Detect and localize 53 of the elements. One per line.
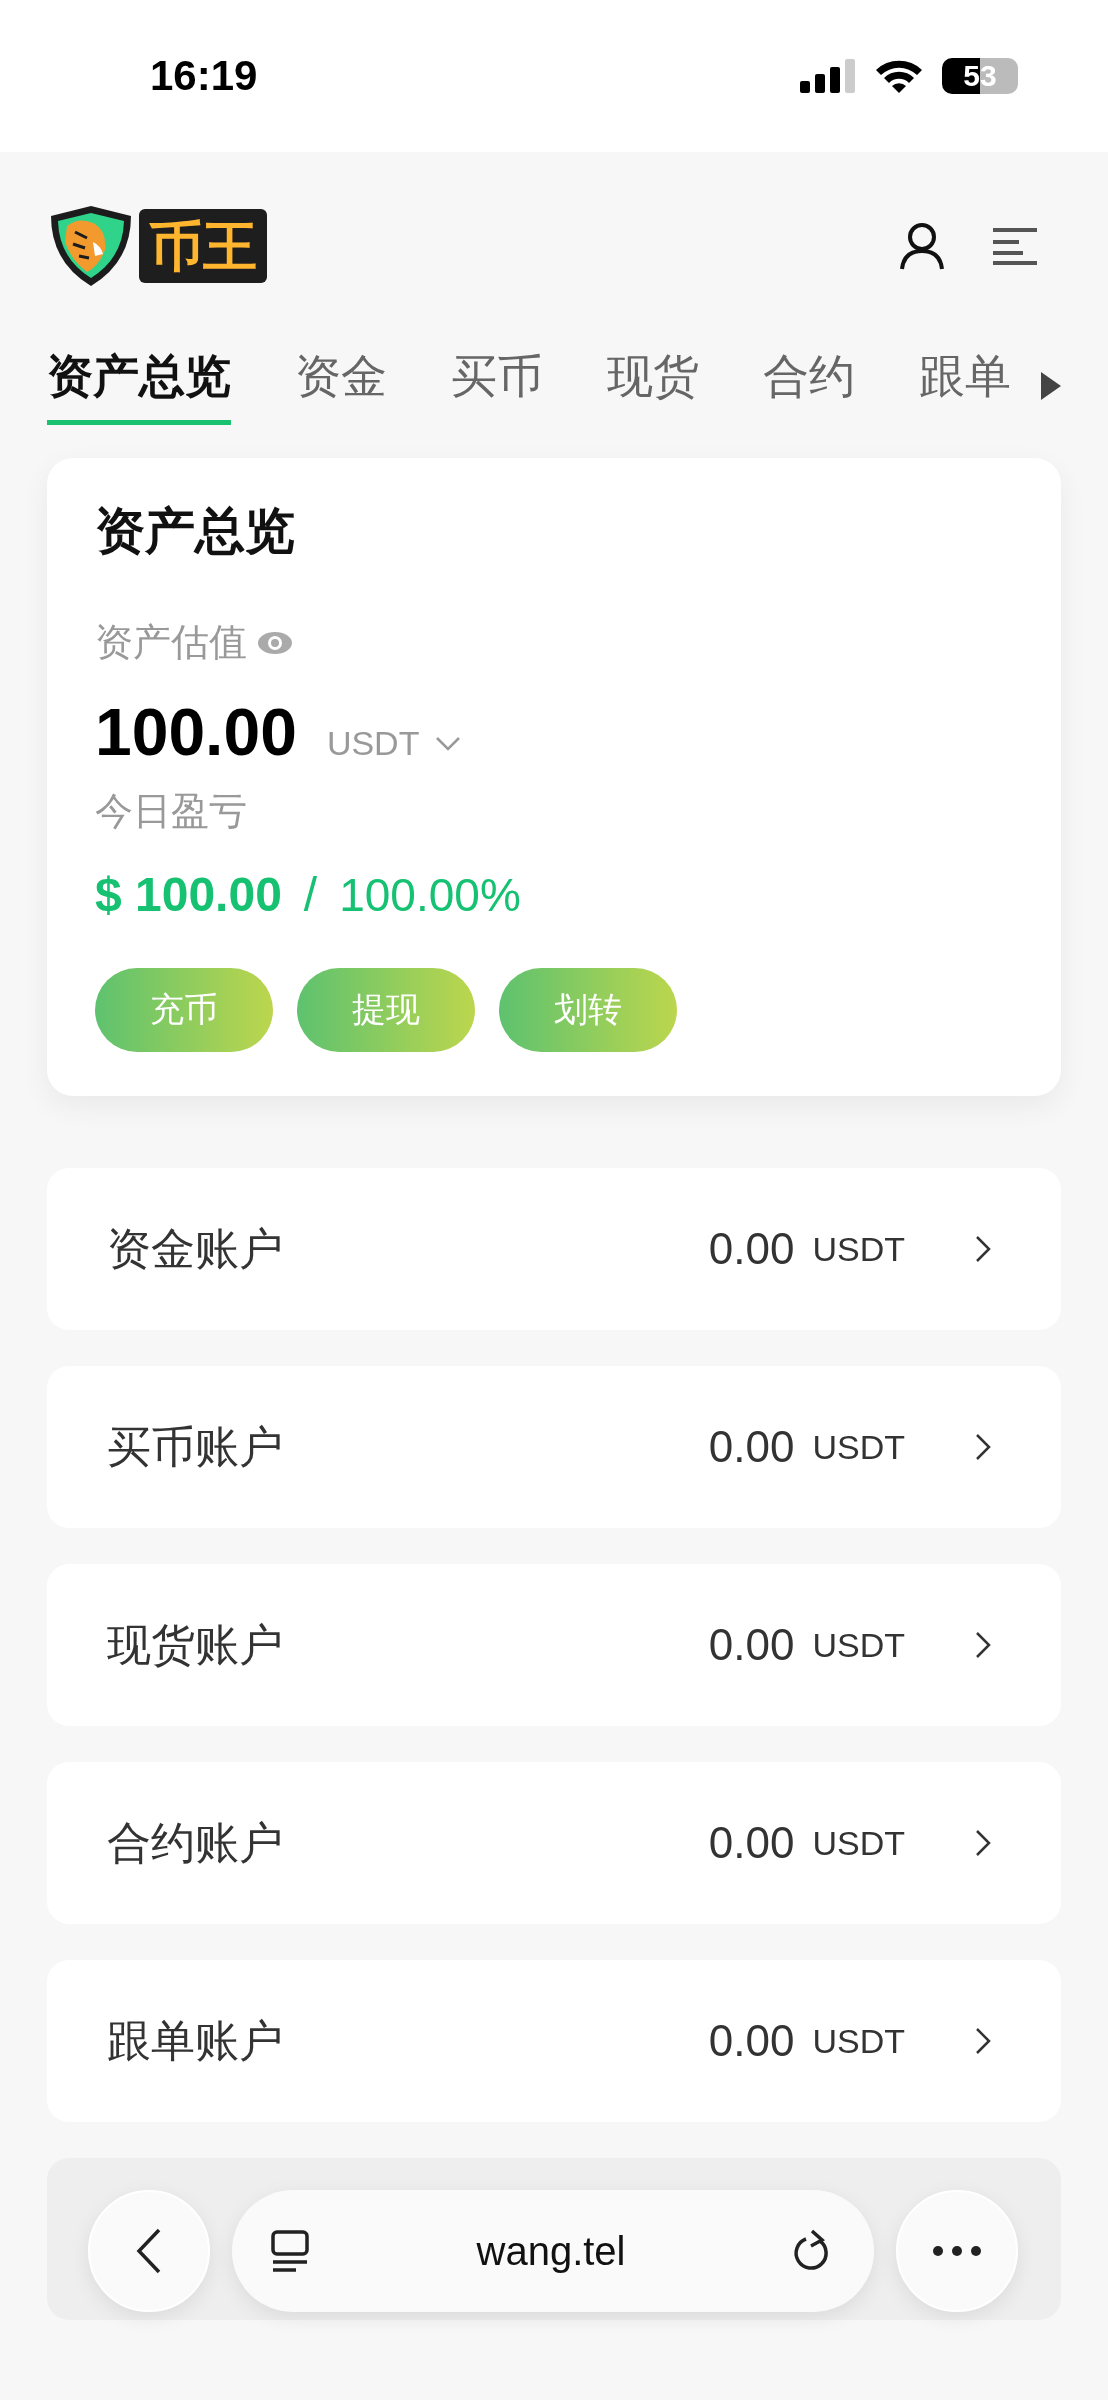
pnl-separator: /	[303, 867, 318, 922]
battery-icon: 53	[942, 58, 1018, 94]
account-currency: USDT	[812, 1229, 905, 1269]
logo-text: 币王	[139, 208, 267, 284]
account-currency: USDT	[812, 2021, 905, 2061]
account-balance: 0.00	[708, 1422, 795, 1472]
account-name: 买币账户	[107, 1420, 284, 1473]
user-icon[interactable]	[899, 222, 945, 270]
account-row[interactable]: 合约账户 0.00 USDT	[47, 1762, 1061, 1924]
account-balance: 0.00	[708, 1620, 795, 1670]
pnl-amount: $ 100.00	[95, 867, 282, 922]
tab[interactable]: 跟单	[919, 345, 1011, 425]
chevron-right-icon	[975, 2027, 991, 2055]
currency-dropdown[interactable]: USDT	[326, 724, 462, 763]
total-amount: 100.00	[95, 694, 297, 770]
account-name: 合约账户	[107, 1816, 284, 1869]
pnl-label: 今日盈亏	[95, 789, 248, 834]
back-icon	[136, 2228, 162, 2274]
valuation-label: 资产估值	[95, 620, 247, 665]
scroll-right-icon[interactable]	[1041, 372, 1061, 400]
chevron-right-icon	[975, 1235, 991, 1263]
more-icon	[933, 2246, 981, 2256]
account-name: 资金账户	[107, 1222, 284, 1275]
account-currency: USDT	[812, 1427, 905, 1467]
tabs-icon[interactable]	[270, 2229, 310, 2273]
tab[interactable]: 资产总览	[47, 345, 231, 425]
account-row[interactable]: 跟单账户 0.00 USDT	[47, 1960, 1061, 2122]
account-balance: 0.00	[708, 1224, 795, 1274]
account-balance: 0.00	[708, 2016, 795, 2066]
card-title: 资产总览	[95, 502, 296, 561]
status-time: 16:19	[150, 52, 258, 100]
tab[interactable]: 合约	[763, 345, 855, 425]
chevron-right-icon	[975, 1433, 991, 1461]
tab[interactable]: 现货	[607, 345, 699, 425]
account-currency: USDT	[812, 1823, 905, 1863]
wifi-icon	[874, 58, 924, 94]
pnl-percent: 100.00%	[339, 868, 521, 922]
tab[interactable]: 资金	[295, 345, 387, 425]
address-bar[interactable]: wang.tel	[232, 2190, 874, 2312]
account-balance: 0.00	[708, 1818, 795, 1868]
chevron-down-icon	[435, 735, 462, 752]
url-text: wang.tel	[476, 2228, 626, 2274]
chevron-right-icon	[975, 1631, 991, 1659]
account-row[interactable]: 现货账户 0.00 USDT	[47, 1564, 1061, 1726]
signal-icon	[800, 59, 856, 93]
account-currency: USDT	[812, 1625, 905, 1665]
account-row[interactable]: 资金账户 0.00 USDT	[47, 1168, 1061, 1330]
tab[interactable]: 买币	[451, 345, 543, 425]
account-name: 现货账户	[107, 1618, 284, 1671]
account-row[interactable]: 买币账户 0.00 USDT	[47, 1366, 1061, 1528]
chevron-right-icon	[975, 1829, 991, 1857]
menu-icon[interactable]	[993, 226, 1037, 266]
account-name: 跟单账户	[107, 2014, 284, 2067]
